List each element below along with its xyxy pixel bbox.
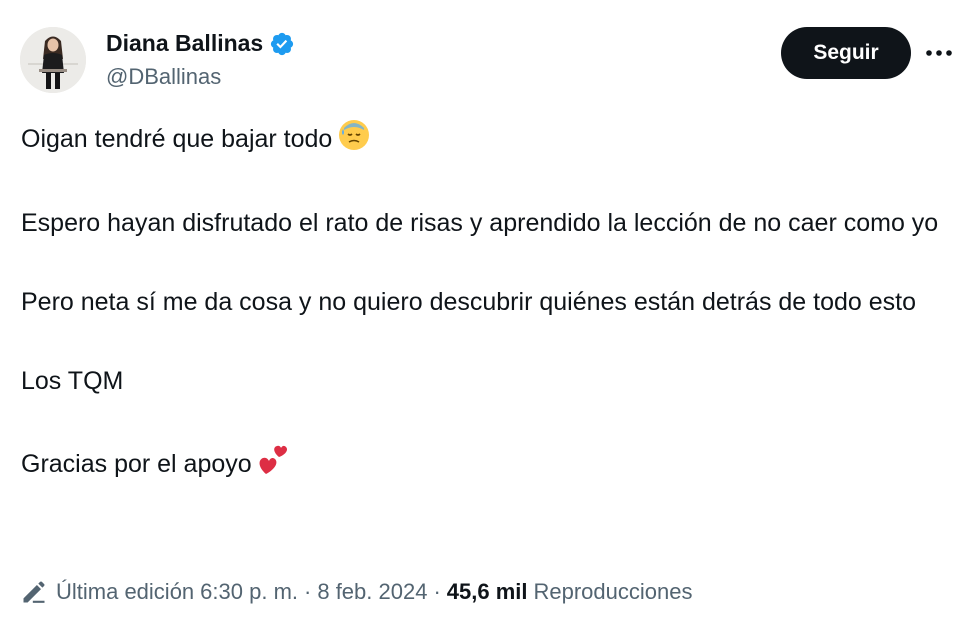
edited-label[interactable]: Última edición (56, 579, 194, 605)
avatar[interactable] (20, 27, 86, 93)
tweet-paragraph: Pero neta sí me da cosa y no quiero desc… (21, 288, 916, 316)
tweet-paragraph: Espero hayan disfrutado el rato de risas… (21, 209, 939, 237)
tweet-paragraph: Gracias por el apoyo (21, 441, 941, 490)
tweet-meta: Última edición 6:30 p. m. · 8 feb. 2024 … (20, 578, 692, 606)
meta-separator: · (304, 579, 312, 604)
meta-separator: · (433, 579, 441, 604)
tweet-time[interactable]: 6:30 p. m. (200, 579, 298, 605)
author-handle[interactable]: @DBallinas (106, 64, 221, 90)
downcast-face-with-sweat-emoji (336, 116, 372, 165)
views-count: 45,6 mil (446, 579, 528, 604)
author-display-name[interactable]: Diana Ballinas (106, 30, 263, 57)
tweet-paragraph: Los TQM (21, 367, 124, 395)
tweet-paragraph: Oigan tendré que bajar todo (21, 116, 941, 165)
tweet-paragraph-text: Gracias por el apoyo (21, 449, 252, 478)
tweet-paragraph-text: Oigan tendré que bajar todo (21, 124, 333, 153)
more-options-icon[interactable] (922, 36, 956, 70)
tweet-text: Oigan tendré que bajar todo Espero hayan… (21, 116, 941, 490)
tweet-card: Diana Ballinas @DBallinas Seguir Oigan t… (0, 0, 970, 620)
tweet-date[interactable]: 8 feb. 2024 (317, 579, 427, 605)
follow-button[interactable]: Seguir (781, 27, 911, 79)
verified-badge-icon[interactable] (269, 31, 295, 57)
views-label: Reproducciones (533, 579, 693, 604)
edit-pencil-icon (20, 578, 48, 606)
two-hearts-emoji (256, 441, 292, 490)
avatar-image (20, 27, 86, 93)
author-name-row: Diana Ballinas (106, 30, 295, 57)
